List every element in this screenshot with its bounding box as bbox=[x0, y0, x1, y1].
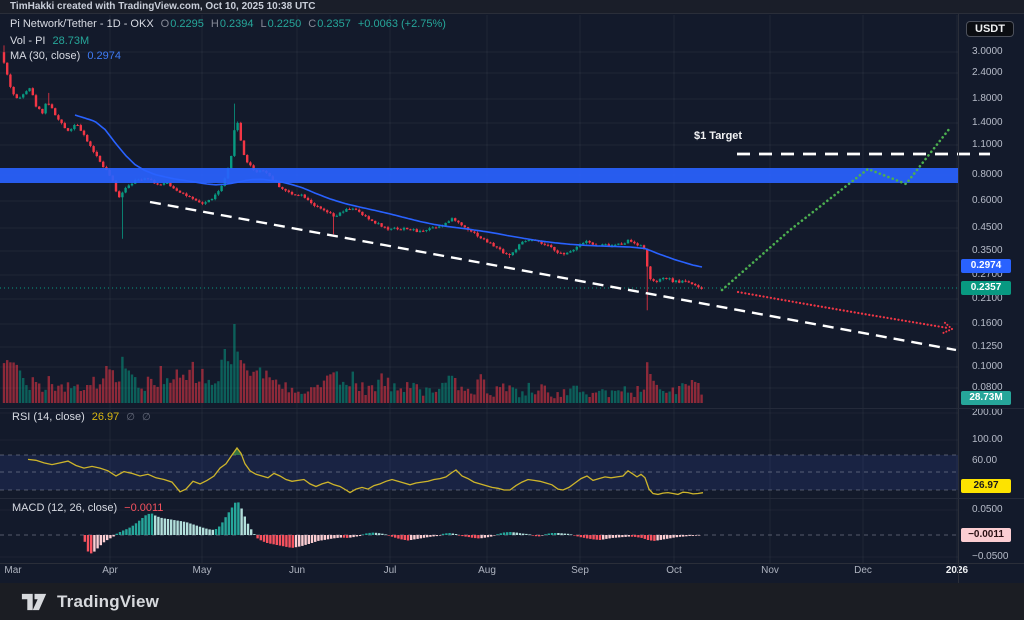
rsi-axis-label: 100.00 bbox=[972, 434, 1003, 446]
macd-histogram bbox=[84, 502, 701, 553]
month-label: Sep bbox=[560, 565, 600, 576]
price-axis-label: 1.8000 bbox=[972, 93, 1003, 105]
candles-layer bbox=[3, 45, 703, 310]
macd-axis-label: 0.0500 bbox=[972, 504, 1003, 516]
rsi-legend[interactable]: RSI (14, close) 26.97 ∅ ∅ bbox=[12, 411, 151, 423]
ma30-line[interactable] bbox=[75, 115, 702, 267]
month-label: Jul bbox=[370, 565, 410, 576]
volume-value: 28.73M bbox=[52, 35, 89, 47]
month-label: Apr bbox=[90, 565, 130, 576]
axis-separator bbox=[0, 563, 1024, 564]
price-axis-label: 0.8000 bbox=[972, 169, 1003, 181]
price-target-label[interactable]: $1 Target bbox=[694, 130, 742, 142]
volume-legend[interactable]: Vol - PI 28.73M bbox=[10, 35, 89, 47]
ma-value: 0.2974 bbox=[87, 50, 121, 62]
last-price-badge: 0.2357 bbox=[961, 281, 1011, 295]
price-axis-label: 3.0000 bbox=[972, 46, 1003, 58]
tradingview-logo-text: TradingView bbox=[57, 592, 159, 612]
rsi-label: RSI (14, close) bbox=[12, 411, 85, 423]
month-label: Oct bbox=[654, 565, 694, 576]
chart-canvas[interactable] bbox=[0, 0, 1024, 620]
macd-value-badge: −0.0011 bbox=[961, 528, 1011, 542]
rsi-hidden-icon[interactable]: ∅ bbox=[142, 412, 151, 423]
macd-value: −0.0011 bbox=[124, 502, 163, 514]
rsi-value-badge: 26.97 bbox=[961, 479, 1011, 493]
price-axis-label: 0.1250 bbox=[972, 341, 1003, 353]
price-axis-label: 0.1600 bbox=[972, 318, 1003, 330]
price-axis-label: 1.1000 bbox=[972, 139, 1003, 151]
pane-separator[interactable] bbox=[0, 408, 1024, 409]
attribution-text: TimHakki created with TradingView.com, O… bbox=[10, 1, 316, 12]
ma-label: MA (30, close) bbox=[10, 50, 80, 62]
rsi-axis-label: 60.00 bbox=[972, 455, 997, 467]
month-label: Mar bbox=[0, 565, 33, 576]
volume-value-badge: 28.73M bbox=[961, 391, 1011, 405]
bearish-projection-line[interactable] bbox=[738, 292, 948, 328]
tradingview-logo-icon bbox=[21, 592, 48, 612]
macd-label: MACD (12, 26, close) bbox=[12, 502, 117, 514]
snapshot-footer: TradingView bbox=[0, 583, 1024, 620]
month-label: Aug bbox=[467, 565, 507, 576]
month-label: May bbox=[182, 565, 222, 576]
symbol-legend[interactable]: Pi Network/Tether - 1D - OKX O0.2295 H0.… bbox=[10, 18, 446, 30]
price-axis-label: 0.6000 bbox=[972, 195, 1003, 207]
snapshot-header: TimHakki created with TradingView.com, O… bbox=[0, 0, 1024, 14]
bearish-arrowhead-icon bbox=[941, 321, 952, 334]
price-axis-label: 2.4000 bbox=[972, 67, 1003, 79]
price-axis-label: 0.1000 bbox=[972, 361, 1003, 373]
pane-separator[interactable] bbox=[0, 498, 1024, 499]
ma-legend[interactable]: MA (30, close) 0.2974 bbox=[10, 50, 121, 62]
volume-layer bbox=[3, 324, 703, 403]
rsi-overbought-fill bbox=[232, 448, 242, 455]
ohlc-close: C0.2357 bbox=[308, 18, 351, 30]
month-label: Nov bbox=[750, 565, 790, 576]
rsi-band bbox=[0, 455, 958, 490]
rsi-line[interactable] bbox=[28, 448, 703, 494]
bullish-projection-line[interactable] bbox=[722, 128, 950, 290]
rsi-hidden-icon[interactable]: ∅ bbox=[126, 412, 135, 423]
price-axis-label: 0.3500 bbox=[972, 245, 1003, 257]
price-axis-label: 0.4500 bbox=[972, 222, 1003, 234]
ohlc-low: L0.2250 bbox=[260, 18, 301, 30]
month-label: Jun bbox=[277, 565, 317, 576]
macd-legend[interactable]: MACD (12, 26, close) −0.0011 bbox=[12, 502, 163, 514]
change-value: +0.0063 (+2.75%) bbox=[358, 18, 446, 30]
volume-label: Vol - PI bbox=[10, 35, 45, 47]
symbol-title[interactable]: Pi Network/Tether - 1D - OKX bbox=[10, 18, 154, 30]
tradingview-snapshot: TimHakki created with TradingView.com, O… bbox=[0, 0, 1024, 620]
month-label: 2026 bbox=[937, 565, 977, 576]
macd-axis-label: −0.0500 bbox=[972, 551, 1008, 563]
currency-badge[interactable]: USDT bbox=[966, 21, 1014, 37]
grid-layer bbox=[0, 15, 958, 563]
ohlc-open: O0.2295 bbox=[161, 18, 204, 30]
price-axis-label: 1.4000 bbox=[972, 117, 1003, 129]
month-label: Dec bbox=[843, 565, 883, 576]
ma-value-badge: 0.2974 bbox=[961, 259, 1011, 273]
ohlc-high: H0.2394 bbox=[211, 18, 254, 30]
supply-zone-band[interactable] bbox=[0, 168, 958, 183]
rsi-value: 26.97 bbox=[92, 411, 120, 423]
descending-trendline[interactable] bbox=[150, 202, 956, 350]
